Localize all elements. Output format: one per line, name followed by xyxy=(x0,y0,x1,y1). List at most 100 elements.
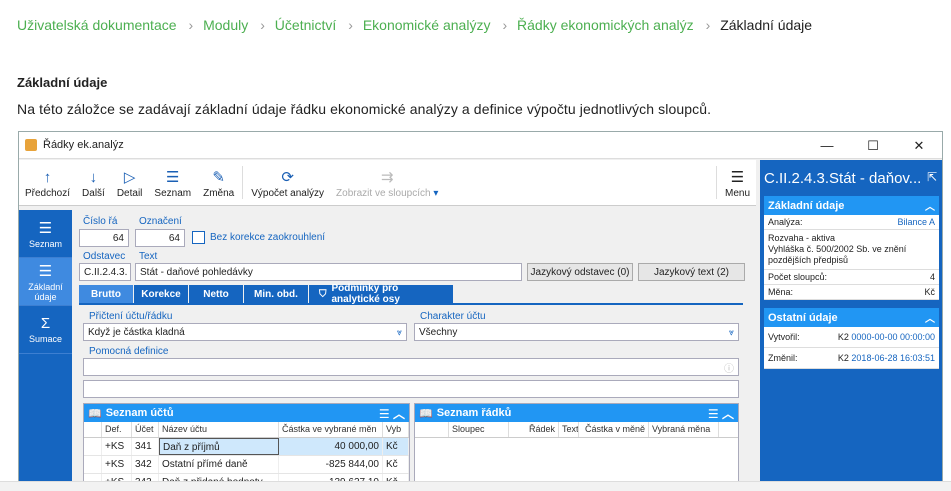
col-def[interactable]: Def. xyxy=(102,422,132,437)
accounts-grid: 📖 Seznam účtů ☰ ︿ Def. Účet Název účtu Čás… xyxy=(83,403,410,482)
language-paragraph-button[interactable]: Jazykový odstavec (0) xyxy=(527,263,633,281)
prev-label: Předchozí xyxy=(25,188,71,199)
columns-icon: ⇉ xyxy=(380,169,394,186)
changed-user: K2 xyxy=(837,353,849,363)
breadcrumb-link-econ-rows[interactable]: Řádky ekonomických analýz xyxy=(517,17,694,33)
col-currency[interactable]: Vyb xyxy=(383,422,409,437)
paragraph-field[interactable]: C.II.2.4.3. xyxy=(79,263,131,281)
caret-down-icon: ▾ xyxy=(433,188,439,199)
basic-info-header[interactable]: Základní údaje ︿ xyxy=(764,196,939,215)
breadcrumb-link-accounting[interactable]: Účetnictví xyxy=(275,17,336,33)
breadcrumb: Uživatelská dokumentace › Moduly › Účetnic… xyxy=(17,17,816,33)
cell-account: 341 xyxy=(132,438,159,455)
calc-analysis-button[interactable]: ⟳ Výpočet analýzy xyxy=(245,160,330,205)
tab-min-obd[interactable]: Min. obd. xyxy=(244,285,308,303)
grid-menu-icon[interactable]: ☰ ︿ xyxy=(708,405,734,422)
no-rounding-checkbox[interactable] xyxy=(192,231,205,244)
info-panel: C.II.2.4.3.Stát - daňov... ⇱ Základní úda… xyxy=(760,160,942,482)
col-amount[interactable]: Částka ve vybrané měn xyxy=(279,422,383,437)
cell-account-name[interactable]: Daň z příjmů xyxy=(159,438,279,455)
list-label: Seznam xyxy=(154,188,192,199)
close-icon[interactable]: ✕ xyxy=(896,132,942,159)
next-button[interactable]: ↓ Další xyxy=(76,160,111,205)
other-info-title: Ostatní údaje xyxy=(768,311,838,324)
app-window: Řádky ek.analýz — ☐ ✕ ↑ Předchozí ↓ Další … xyxy=(18,131,943,483)
window-titlebar: Řádky ek.analýz — ☐ ✕ xyxy=(19,132,942,159)
table-row[interactable]: +KS 341 Daň z příjmů 40 000,00 Kč xyxy=(84,438,409,456)
designation-field[interactable]: 64 xyxy=(135,229,185,247)
designation-label: Označení xyxy=(139,216,182,227)
minimize-icon[interactable]: — xyxy=(804,132,850,159)
analysis-label: Analýza: xyxy=(768,217,803,227)
tab-label: Podmínky pro analytické osy xyxy=(331,283,400,305)
col-selected-currency[interactable]: Vybraná měna xyxy=(649,422,719,437)
cell-account: 342 xyxy=(132,456,159,473)
col-text[interactable]: Text xyxy=(559,422,579,437)
row-number-field[interactable]: 64 xyxy=(79,229,129,247)
tab-netto[interactable]: Netto xyxy=(189,285,243,303)
columns-count-row: Počet sloupců: 4 xyxy=(764,270,939,285)
helper-definition-field[interactable]: ⓘ xyxy=(83,358,739,376)
created-label: Vytvořil: xyxy=(768,332,800,342)
cell-currency: Kč xyxy=(383,456,409,473)
grid-menu-icon[interactable]: ☰ ︿ xyxy=(379,405,405,422)
text-field[interactable]: Stát - daňové pohledávky xyxy=(135,263,522,281)
helper-definition-field-2[interactable] xyxy=(83,380,739,398)
breadcrumb-link-modules[interactable]: Moduly xyxy=(203,17,248,33)
breadcrumb-link-user-docs[interactable]: Uživatelská dokumentace xyxy=(17,17,177,33)
changed-label: Změnil: xyxy=(768,353,798,363)
created-user: K2 xyxy=(837,332,849,342)
rows-grid: 📖 Seznam řádků ☰ ︿ Sloupec Řádek Text Část… xyxy=(414,403,739,482)
nav-item-basic-info[interactable]: ☰ Základní údaje xyxy=(19,258,72,306)
col-account-name[interactable]: Název účtu xyxy=(159,422,279,437)
show-label: Zobrazit ve sloupcích ▾ xyxy=(336,188,438,199)
maximize-icon[interactable]: ☐ xyxy=(850,132,896,159)
tab-analytic-conditions[interactable]: ⛉ Podmínky pro analytické osy xyxy=(309,283,453,305)
col-column[interactable]: Sloupec xyxy=(449,422,509,437)
details-icon: ☰ xyxy=(38,262,53,280)
menu-button[interactable]: ☰ Menu xyxy=(719,160,756,205)
table-row[interactable]: +KS 342 Ostatní přímé daně -825 844,00 K… xyxy=(84,456,409,474)
currency-row: Měna: Kč xyxy=(764,285,939,300)
account-character-value: Všechny xyxy=(419,326,458,338)
tab-brutto[interactable]: Brutto xyxy=(79,285,133,303)
change-button[interactable]: ✎ Změna xyxy=(197,160,240,205)
col-spacer xyxy=(415,422,449,437)
nav-item-sum[interactable]: Σ Sumace xyxy=(19,306,72,354)
col-account[interactable]: Účet xyxy=(132,422,159,437)
row-number-label: Číslo řá xyxy=(83,216,118,227)
col-amount-currency[interactable]: Částka v měně xyxy=(579,422,649,437)
cell-def: +KS xyxy=(102,438,132,455)
nav-item-list[interactable]: ☰ Seznam xyxy=(19,210,72,258)
text-label: Text xyxy=(139,251,158,262)
app-icon xyxy=(25,139,37,151)
play-icon: ▷ xyxy=(123,169,136,186)
chevron-right-icon: › xyxy=(705,17,711,33)
changed-date: 2018-06-28 16:03:51 xyxy=(851,353,935,363)
row-spacer xyxy=(84,456,102,473)
analysis-link[interactable]: Bilance A xyxy=(897,217,935,227)
funnel-icon: ⛉ xyxy=(319,288,327,300)
show-label-text: Zobrazit ve sloupcích xyxy=(336,188,431,199)
detail-button[interactable]: ▷ Detail xyxy=(111,160,149,205)
other-info-header[interactable]: Ostatní údaje ︿ xyxy=(764,308,939,327)
account-character-select[interactable]: Všechny ⩔ xyxy=(414,323,739,341)
chevron-up-icon: ︿ xyxy=(925,202,935,213)
columns-count-label: Počet sloupců: xyxy=(768,272,828,282)
created-date: 0000-00-00 00:00:00 xyxy=(851,332,935,342)
columns-count-value: 4 xyxy=(929,272,935,282)
add-account-select[interactable]: Když je částka kladná ⩔ xyxy=(83,323,407,341)
col-row[interactable]: Řádek xyxy=(509,422,559,437)
tab-korekce[interactable]: Korekce xyxy=(134,285,188,303)
breadcrumb-link-econ-analysis[interactable]: Ekonomické analýzy xyxy=(363,17,491,33)
language-text-button[interactable]: Jazykový text (2) xyxy=(638,263,745,281)
rows-grid-title: Seznam řádků xyxy=(436,407,512,419)
accounts-grid-title: Seznam účtů xyxy=(105,407,174,419)
list-button[interactable]: ☰ Seznam xyxy=(148,160,197,205)
external-link-icon[interactable]: ⇱ xyxy=(927,170,937,184)
prev-button[interactable]: ↑ Předchozí xyxy=(19,160,76,205)
show-in-columns-button[interactable]: ⇉ Zobrazit ve sloupcích ▾ xyxy=(330,160,444,205)
helper-definition-label: Pomocná definice xyxy=(89,346,169,357)
description-line-2: Vyhláška č. 500/2002 Sb. ve znění pozděj… xyxy=(768,244,907,265)
chevron-up-icon: ︿ xyxy=(925,314,935,325)
